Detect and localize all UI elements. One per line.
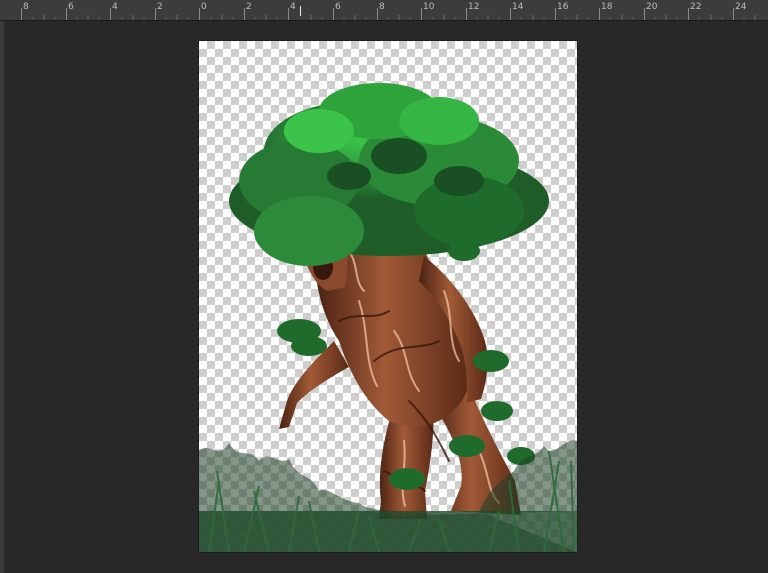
- ruler-label: 8: [23, 2, 29, 12]
- document-canvas[interactable]: [199, 41, 577, 552]
- ruler-label: 12: [468, 2, 480, 12]
- ruler-label: 2: [157, 2, 163, 12]
- ruler-label: 6: [68, 2, 74, 12]
- ruler-label: 4: [112, 2, 118, 12]
- foliage-crown: [229, 83, 549, 266]
- tree-ent-illustration: [199, 83, 577, 552]
- ruler-label: 20: [646, 2, 658, 12]
- ruler-label: 16: [557, 2, 569, 12]
- ruler-label: 2: [246, 2, 252, 12]
- ruler-label: 10: [423, 2, 435, 12]
- ruler-label: 6: [335, 2, 341, 12]
- horizontal-ruler[interactable]: 8 6 4 2 0 2 4 6 8 10 12 14 16 18 20 22 2…: [0, 0, 768, 21]
- cursor-position-marker: [300, 6, 301, 16]
- ruler-label: 8: [379, 2, 385, 12]
- ruler-label: 0: [201, 2, 207, 12]
- ruler-label: 22: [690, 2, 702, 12]
- ruler-label: 4: [290, 2, 296, 12]
- ruler-label: 18: [601, 2, 613, 12]
- ruler-label: 14: [512, 2, 524, 12]
- ruler-label: 24: [735, 2, 747, 12]
